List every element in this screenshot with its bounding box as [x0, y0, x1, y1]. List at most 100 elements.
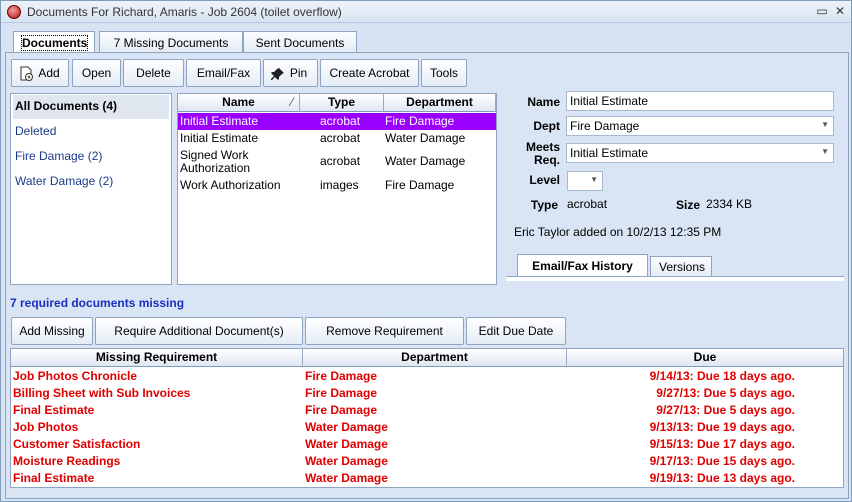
doc-department: Water Damage — [385, 131, 466, 145]
chevron-down-icon: ▼ — [590, 175, 598, 184]
requirement-department: Water Damage — [305, 454, 388, 468]
doc-name: Initial Estimate — [180, 114, 259, 128]
doc-type: images — [320, 178, 359, 192]
title-bar: Documents For Richard, Amaris - Job 2604… — [1, 1, 851, 23]
window-title: Documents For Richard, Amaris - Job 2604… — [27, 5, 342, 19]
category-all-documents[interactable]: All Documents (4) — [13, 95, 169, 119]
tab-versions[interactable]: Versions — [650, 256, 712, 277]
doc-type: acrobat — [320, 131, 361, 145]
table-row[interactable]: Final Estimate Water Damage 9/19/13: Due… — [11, 470, 843, 487]
column-header-type[interactable]: Type — [300, 94, 384, 112]
requirement-department: Water Damage — [305, 437, 388, 451]
pin-icon — [271, 68, 284, 80]
add-button[interactable]: Add — [11, 59, 69, 87]
email-fax-button[interactable]: Email/Fax — [186, 59, 261, 87]
table-row[interactable]: Moisture Readings Water Damage 9/17/13: … — [11, 453, 843, 470]
add-document-icon — [20, 66, 33, 81]
level-label: Level — [529, 173, 560, 187]
close-icon[interactable]: ✕ — [833, 4, 847, 18]
requirement-name: Final Estimate — [13, 403, 95, 417]
add-label: Add — [38, 66, 60, 80]
doc-department: Fire Damage — [385, 114, 455, 128]
dept-label: Dept — [533, 119, 560, 133]
category-water-damage[interactable]: Water Damage (2) — [13, 170, 169, 194]
requirement-department: Fire Damage — [305, 386, 378, 400]
tab-label: Email/Fax History — [532, 259, 633, 273]
requirement-name: Moisture Readings — [13, 454, 121, 468]
column-header-requirement[interactable]: Missing Requirement — [11, 349, 303, 367]
dept-value: Fire Damage — [570, 119, 640, 133]
doc-department: Fire Damage — [385, 178, 455, 192]
column-header-due[interactable]: Due — [567, 349, 843, 367]
column-header-name[interactable]: Name ⁄ — [178, 94, 300, 112]
category-fire-damage[interactable]: Fire Damage (2) — [13, 145, 169, 169]
history-panel — [506, 276, 844, 281]
requirement-due: 9/13/13: Due 19 days ago. — [649, 420, 795, 434]
requirement-department: Water Damage — [305, 420, 388, 434]
create-acrobat-button[interactable]: Create Acrobat — [320, 59, 419, 87]
meets-req-label: Meets Req. — [512, 141, 560, 167]
meets-label-line2: Req. — [533, 153, 560, 167]
tab-label: 7 Missing Documents — [113, 36, 229, 50]
missing-requirements-grid: Missing Requirement Department Due Job P… — [10, 348, 844, 488]
dept-dropdown[interactable]: Fire Damage ▼ — [566, 116, 834, 136]
doc-name: Initial Estimate — [180, 131, 259, 145]
level-dropdown[interactable]: ▼ — [567, 171, 603, 191]
edit-due-date-button[interactable]: Edit Due Date — [466, 317, 566, 345]
doc-type: acrobat — [320, 154, 361, 168]
requirement-name: Job Photos Chronicle — [13, 369, 138, 383]
table-row[interactable]: Job Photos Water Damage 9/13/13: Due 19 … — [11, 419, 843, 436]
tools-button[interactable]: Tools — [421, 59, 467, 87]
open-button[interactable]: Open — [72, 59, 121, 87]
type-value: acrobat — [567, 197, 608, 211]
doc-department: Water Damage — [385, 154, 466, 168]
chevron-down-icon: ▼ — [821, 147, 829, 156]
requirement-name: Job Photos — [13, 420, 79, 434]
requirement-due: 9/14/13: Due 18 days ago. — [649, 369, 795, 383]
added-by-text: Eric Taylor added on 10/2/13 12:35 PM — [514, 225, 722, 239]
requirement-due: 9/19/13: Due 13 days ago. — [649, 471, 795, 485]
pin-button[interactable]: Pin — [263, 59, 318, 87]
requirement-name: Final Estimate — [13, 471, 95, 485]
table-row[interactable]: Job Photos Chronicle Fire Damage 9/14/13… — [11, 368, 843, 385]
requirement-due: 9/17/13: Due 15 days ago. — [649, 454, 795, 468]
requirement-due: 9/27/13: Due 5 days ago. — [656, 386, 795, 400]
column-header-department[interactable]: Department — [303, 349, 567, 367]
remove-requirement-button[interactable]: Remove Requirement — [305, 317, 464, 345]
documents-grid: Name ⁄ Type Department Initial Estimate … — [177, 93, 497, 285]
doc-name: Signed Work Authorization — [180, 148, 251, 175]
doc-name: Work Authorization — [180, 178, 281, 192]
require-additional-button[interactable]: Require Additional Document(s) — [95, 317, 303, 345]
requirement-department: Fire Damage — [305, 403, 378, 417]
requirement-name: Billing Sheet with Sub Invoices — [13, 386, 191, 400]
tab-documents[interactable]: Documents — [13, 31, 95, 54]
meets-req-dropdown[interactable]: Initial Estimate ▼ — [566, 143, 834, 163]
delete-button[interactable]: Delete — [123, 59, 184, 87]
name-label: Name — [527, 95, 560, 109]
requirement-due: 9/27/13: Due 5 days ago. — [656, 403, 795, 417]
tab-label: Sent Documents — [255, 36, 345, 50]
table-row[interactable]: Final Estimate Fire Damage 9/27/13: Due … — [11, 402, 843, 419]
tab-label: Versions — [659, 260, 706, 274]
tab-sent-documents[interactable]: Sent Documents — [243, 31, 357, 53]
documents-window: Documents For Richard, Amaris - Job 2604… — [0, 0, 852, 502]
size-value: 2334 KB — [706, 197, 753, 211]
missing-summary: 7 required documents missing — [10, 296, 185, 310]
add-missing-button[interactable]: Add Missing — [11, 317, 93, 345]
table-row[interactable]: Customer Satisfaction Water Damage 9/15/… — [11, 436, 843, 453]
name-field[interactable]: Initial Estimate — [566, 91, 834, 111]
meets-req-value: Initial Estimate — [570, 146, 649, 160]
column-header-department[interactable]: Department — [384, 94, 496, 112]
requirement-department: Water Damage — [305, 471, 388, 485]
header-label: Name — [222, 95, 255, 109]
category-deleted[interactable]: Deleted — [13, 120, 169, 144]
requirement-name: Customer Satisfaction — [13, 437, 141, 451]
minimize-icon[interactable]: ▭ — [815, 4, 829, 18]
table-row[interactable]: Billing Sheet with Sub Invoices Fire Dam… — [11, 385, 843, 402]
size-label: Size — [675, 198, 700, 212]
tab-missing-documents[interactable]: 7 Missing Documents — [99, 31, 243, 53]
sort-icon: ⁄ — [290, 95, 293, 109]
tab-label: Documents — [20, 35, 89, 51]
tab-email-fax-history[interactable]: Email/Fax History — [517, 254, 648, 277]
doc-type: acrobat — [320, 114, 361, 128]
